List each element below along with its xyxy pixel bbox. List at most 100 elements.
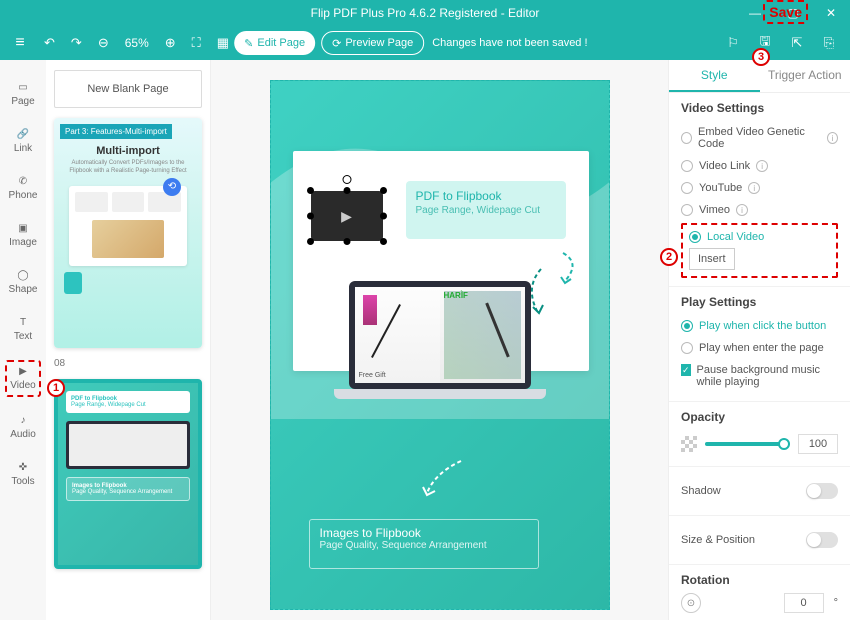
thumb-part-tag: Part 3: Features-Multi-import bbox=[60, 124, 172, 139]
info-icon[interactable]: i bbox=[756, 160, 768, 172]
thumb-subtext: Automatically Convert PDFs/Images to the… bbox=[60, 160, 196, 176]
opacity-section: Opacity 100 bbox=[669, 402, 850, 467]
sidebar-label: Text bbox=[14, 331, 32, 342]
export-icon[interactable]: ⇱ bbox=[784, 30, 810, 56]
insert-button[interactable]: Insert bbox=[689, 248, 735, 270]
sidebar-label: Page bbox=[11, 96, 34, 107]
rotate-handle[interactable] bbox=[342, 175, 351, 184]
menu-icon[interactable]: ≡ bbox=[8, 34, 32, 52]
radio-embed-code[interactable]: Embed Video Genetic Codei bbox=[681, 121, 838, 155]
sizepos-section: Size & Position bbox=[669, 516, 850, 565]
radio-play-enter[interactable]: Play when enter the page bbox=[681, 337, 838, 359]
sidebar-item-text[interactable]: T Text bbox=[5, 313, 41, 346]
info-icon[interactable]: i bbox=[827, 132, 838, 144]
sidebar-item-image[interactable]: ▣ Image bbox=[5, 219, 41, 252]
sidebar-item-video[interactable]: ▶Video bbox=[5, 360, 41, 397]
edit-page-button[interactable]: ✎ Edit Page bbox=[234, 31, 315, 55]
bookmark-icon[interactable]: ⚐ bbox=[720, 30, 746, 56]
annotation-step-1: 1 bbox=[47, 379, 65, 397]
callout-title: PDF to Flipbook bbox=[416, 189, 556, 203]
sidebar-item-tools[interactable]: ✜Tools bbox=[5, 458, 41, 491]
rotation-dial[interactable]: ⊙ bbox=[681, 593, 701, 613]
section-title: Play Settings bbox=[681, 295, 838, 309]
radio-label: Play when click the button bbox=[699, 320, 826, 332]
section-title: Shadow bbox=[681, 485, 721, 497]
text-icon: T bbox=[20, 317, 26, 328]
grid-icon[interactable]: ▦ bbox=[213, 35, 233, 51]
sidebar-item-shape[interactable]: ◯ Shape bbox=[5, 266, 41, 299]
rotation-unit: ° bbox=[834, 597, 838, 609]
radio-vimeo[interactable]: Vimeoi bbox=[681, 199, 838, 221]
thumb-laptop bbox=[66, 421, 190, 469]
resize-handle[interactable] bbox=[343, 187, 350, 194]
radio-label: Vimeo bbox=[699, 204, 730, 216]
close-button[interactable]: ✕ bbox=[812, 0, 850, 26]
sizepos-toggle[interactable] bbox=[806, 532, 838, 548]
thumbnail-prev[interactable]: Part 3: Features-Multi-import Multi-impo… bbox=[54, 118, 202, 348]
resize-handle[interactable] bbox=[307, 238, 314, 245]
thumb-callout-1: PDF to FlipbookPage Range, Widepage Cut bbox=[66, 391, 190, 413]
sidebar-item-page[interactable]: ▭ Page bbox=[5, 78, 41, 111]
thumbnail-current[interactable]: PDF to FlipbookPage Range, Widepage Cut … bbox=[54, 379, 202, 569]
local-video-group: Local Video Insert bbox=[681, 223, 838, 278]
radio-local-video[interactable]: Local Video bbox=[689, 231, 830, 248]
resize-handle[interactable] bbox=[380, 213, 387, 220]
callout-pdf: PDF to Flipbook Page Range, Widepage Cut bbox=[406, 181, 566, 239]
resize-handle[interactable] bbox=[343, 238, 350, 245]
zoom-in-icon[interactable]: ⊕ bbox=[161, 35, 180, 51]
audio-icon: ♪ bbox=[21, 415, 26, 426]
tools-icon: ✜ bbox=[19, 462, 27, 473]
play-settings-section: Play Settings Play when click the button… bbox=[669, 287, 850, 402]
radio-label: YouTube bbox=[699, 182, 742, 194]
shadow-toggle[interactable] bbox=[806, 483, 838, 499]
video-element[interactable]: ▶ bbox=[311, 191, 383, 241]
zoom-level[interactable]: 65% bbox=[121, 36, 153, 50]
slider-thumb[interactable] bbox=[778, 438, 790, 450]
radio-video-link[interactable]: Video Linki bbox=[681, 155, 838, 177]
sidebar-item-phone[interactable]: ✆ Phone bbox=[5, 172, 41, 205]
sidebar-label: Shape bbox=[9, 284, 38, 295]
exit-icon[interactable]: ⎘ bbox=[816, 30, 842, 56]
resize-handle[interactable] bbox=[307, 187, 314, 194]
checkbox-label: Pause background music while playing bbox=[697, 364, 838, 388]
shape-icon: ◯ bbox=[17, 270, 28, 281]
page-icon: ▭ bbox=[18, 82, 27, 93]
section-title: Size & Position bbox=[681, 534, 755, 546]
edit-page-label: Edit Page bbox=[257, 37, 305, 49]
sidebar-item-audio[interactable]: ♪ Audio bbox=[5, 411, 41, 444]
radio-play-click[interactable]: Play when click the button bbox=[681, 315, 838, 337]
sidebar-label: Audio bbox=[10, 429, 36, 440]
sidebar-label: Phone bbox=[9, 190, 38, 201]
image-icon: ▣ bbox=[18, 223, 27, 234]
sidebar-label: Image bbox=[9, 237, 37, 248]
checkbox-pause-music[interactable]: ✓Pause background music while playing bbox=[681, 359, 838, 393]
laptop-graphic: Free Gift HARÌF bbox=[349, 281, 531, 407]
arrow-icon bbox=[421, 459, 465, 499]
info-icon[interactable]: i bbox=[748, 182, 760, 194]
info-icon[interactable]: i bbox=[736, 204, 748, 216]
preview-page-button[interactable]: ⟳ Preview Page bbox=[321, 31, 424, 55]
tab-trigger-action[interactable]: Trigger Action bbox=[760, 60, 850, 92]
resize-handle[interactable] bbox=[380, 238, 387, 245]
opacity-slider[interactable] bbox=[705, 442, 790, 446]
zoom-out-icon[interactable]: ⊖ bbox=[94, 35, 113, 51]
redo-icon[interactable]: ↷ bbox=[67, 35, 86, 51]
undo-icon[interactable]: ↶ bbox=[40, 35, 59, 51]
resize-handle[interactable] bbox=[307, 213, 314, 220]
fit-icon[interactable]: ⛶ bbox=[188, 35, 205, 51]
main-toolbar: ≡ ↶ ↷ ⊖ 65% ⊕ ⛶ ▦ ✎ Edit Page ⟳ Preview … bbox=[0, 26, 850, 60]
callout-title: Images to Flipbook bbox=[320, 526, 528, 540]
editor-canvas-area: ▶ PDF to Flipbook Page Range, Widepage C… bbox=[211, 60, 668, 620]
opacity-value[interactable]: 100 bbox=[798, 434, 838, 454]
rotation-value[interactable]: 0 bbox=[784, 593, 824, 613]
tab-style[interactable]: Style bbox=[669, 60, 760, 92]
new-blank-page-button[interactable]: New Blank Page bbox=[54, 70, 202, 108]
video-icon: ▶ bbox=[19, 366, 27, 377]
sidebar-item-link[interactable]: 🔗Link bbox=[5, 125, 41, 158]
phone-icon: ✆ bbox=[19, 176, 27, 187]
page-thumbnails-panel: New Blank Page Part 3: Features-Multi-im… bbox=[46, 60, 211, 620]
page-canvas[interactable]: ▶ PDF to Flipbook Page Range, Widepage C… bbox=[270, 80, 610, 610]
radio-youtube[interactable]: YouTube i bbox=[681, 177, 838, 199]
resize-handle[interactable] bbox=[380, 187, 387, 194]
callout-sub: Page Quality, Sequence Arrangement bbox=[320, 540, 528, 551]
